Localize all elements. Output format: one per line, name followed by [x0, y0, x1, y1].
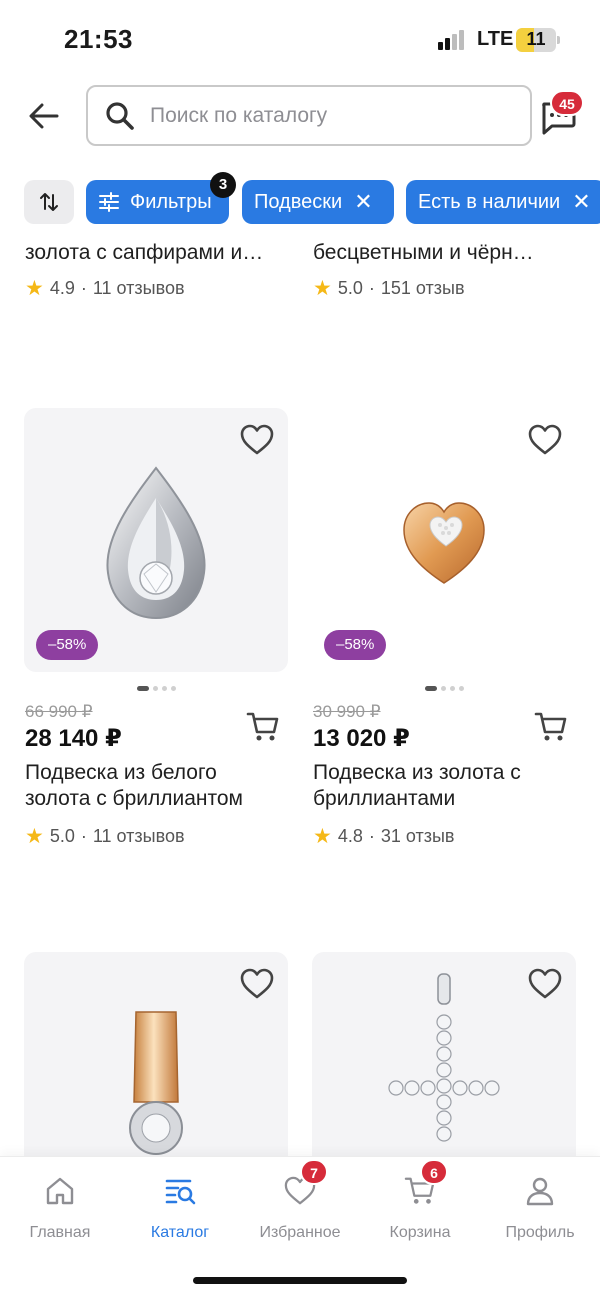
reviews-count: 11 отзывов	[92, 826, 185, 846]
rating-value: 5.0	[337, 278, 363, 298]
product-image[interactable]: –58%	[24, 408, 288, 672]
bottom-nav: Главная Каталог 7 Избранное 6 Корзина Пр…	[0, 1156, 600, 1297]
nav-label: Избранное	[259, 1224, 341, 1241]
price: 13 020 ₽	[313, 725, 410, 752]
star-icon: ★	[25, 277, 44, 300]
chip-pendants[interactable]: Подвески ✕	[242, 180, 394, 224]
chat-button[interactable]: 45	[536, 90, 584, 138]
nav-item-profile[interactable]: Профиль	[480, 1175, 600, 1242]
title-line: бриллиантами	[313, 787, 456, 810]
cart-badge: 6	[420, 1159, 448, 1185]
search-input[interactable]	[150, 103, 510, 128]
product-card[interactable]: бесцветными и чёрн… ★ 5.0 · 151 отзыв	[313, 240, 577, 301]
close-icon[interactable]: ✕	[572, 189, 590, 215]
add-to-cart-button[interactable]	[534, 710, 568, 744]
rating: ★ 4.8 · 31 отзыв	[313, 825, 455, 848]
battery-level: 11	[526, 29, 546, 49]
sort-button[interactable]	[24, 180, 74, 224]
close-icon[interactable]: ✕	[354, 189, 372, 215]
discount-badge: –58%	[36, 630, 99, 660]
price: 28 140 ₽	[25, 725, 122, 752]
nav-label: Профиль	[505, 1224, 575, 1241]
product-card[interactable]: золота с сапфирами и… ★ 4.9 · 11 отзывов	[25, 240, 289, 301]
filters-label: Фильтры	[130, 190, 212, 213]
star-icon: ★	[25, 825, 44, 848]
filter-chips: Фильтры 3 Подвески ✕ Есть в наличии ✕	[0, 172, 600, 226]
add-to-cart-button[interactable]	[246, 710, 280, 744]
home-indicator	[193, 1277, 407, 1284]
chat-badge: 45	[550, 90, 584, 116]
star-icon: ★	[313, 277, 332, 300]
title-line: Подвеска из белого	[25, 761, 217, 784]
title-line: Подвеска из золота с	[313, 761, 521, 784]
reviews-count: 31 отзыв	[380, 826, 455, 846]
signal-icon	[438, 30, 470, 50]
filters-button[interactable]: Фильтры 3	[86, 172, 236, 224]
rating-value: 5.0	[49, 826, 75, 846]
heart-icon[interactable]	[528, 968, 562, 1000]
sliders-icon	[99, 192, 119, 212]
nav-label: Главная	[29, 1224, 91, 1241]
old-price: 30 990 ₽	[313, 702, 381, 721]
status-bar: 21:53 LTE 11	[0, 0, 600, 80]
rating-value: 4.8	[337, 826, 363, 846]
network-type: LTE	[477, 28, 514, 50]
status-time: 21:53	[64, 24, 133, 54]
discount-badge: –58%	[324, 630, 387, 660]
product-card[interactable]: Подвеска из белого золота с бриллиантом …	[25, 760, 289, 849]
nav-label: Корзина	[389, 1224, 451, 1241]
product-image[interactable]	[312, 952, 576, 1172]
search-icon	[104, 100, 136, 132]
image-pager	[312, 678, 576, 696]
rating: ★ 5.0 · 151 отзыв	[313, 277, 465, 300]
product-title: золота с сапфирами и…	[25, 241, 264, 264]
heart-icon[interactable]	[528, 424, 562, 456]
product-card[interactable]: Подвеска из золота с бриллиантами ★ 4.8 …	[313, 760, 577, 849]
rating: ★ 4.9 · 11 отзывов	[25, 277, 185, 300]
profile-icon	[524, 1175, 556, 1207]
rating: ★ 5.0 · 11 отзывов	[25, 825, 185, 848]
chip-in-stock[interactable]: Есть в наличии ✕	[406, 180, 600, 224]
nav-label: Каталог	[150, 1224, 210, 1241]
star-icon: ★	[313, 825, 332, 848]
rating-value: 4.9	[49, 278, 75, 298]
home-icon	[44, 1175, 76, 1207]
favorites-badge: 7	[300, 1159, 328, 1185]
sort-icon	[40, 193, 58, 211]
nav-item-catalog[interactable]: Каталог	[120, 1175, 240, 1242]
nav-item-favorites[interactable]: 7 Избранное	[240, 1159, 360, 1242]
battery-icon: 11	[516, 28, 560, 52]
reviews-count: 151 отзыв	[380, 278, 465, 298]
nav-item-cart[interactable]: 6 Корзина	[360, 1159, 480, 1242]
heart-icon[interactable]	[240, 968, 274, 1000]
product-title: Подвеска из золота с бриллиантами	[313, 760, 577, 812]
image-pager	[24, 678, 288, 696]
catalog-icon	[164, 1175, 196, 1207]
filters-count-badge: 3	[210, 172, 236, 198]
product-title: бесцветными и чёрн…	[313, 241, 534, 264]
heart-icon[interactable]	[240, 424, 274, 456]
product-image[interactable]: –58%	[312, 408, 576, 672]
back-button[interactable]	[22, 94, 66, 138]
search-bar[interactable]	[86, 85, 532, 146]
nav-item-home[interactable]: Главная	[0, 1175, 120, 1242]
title-line: золота с бриллиантом	[25, 787, 243, 810]
arrow-left-icon	[29, 103, 59, 129]
old-price: 66 990 ₽	[25, 702, 93, 721]
product-image[interactable]	[24, 952, 288, 1172]
reviews-count: 11 отзывов	[92, 278, 185, 298]
chip-label: Есть в наличии	[418, 190, 561, 213]
cart-icon: 6	[404, 1159, 448, 1207]
chip-label: Подвески	[254, 190, 343, 213]
heart-icon: 7	[284, 1159, 328, 1207]
product-title: Подвеска из белого золота с бриллиантом	[25, 760, 289, 812]
